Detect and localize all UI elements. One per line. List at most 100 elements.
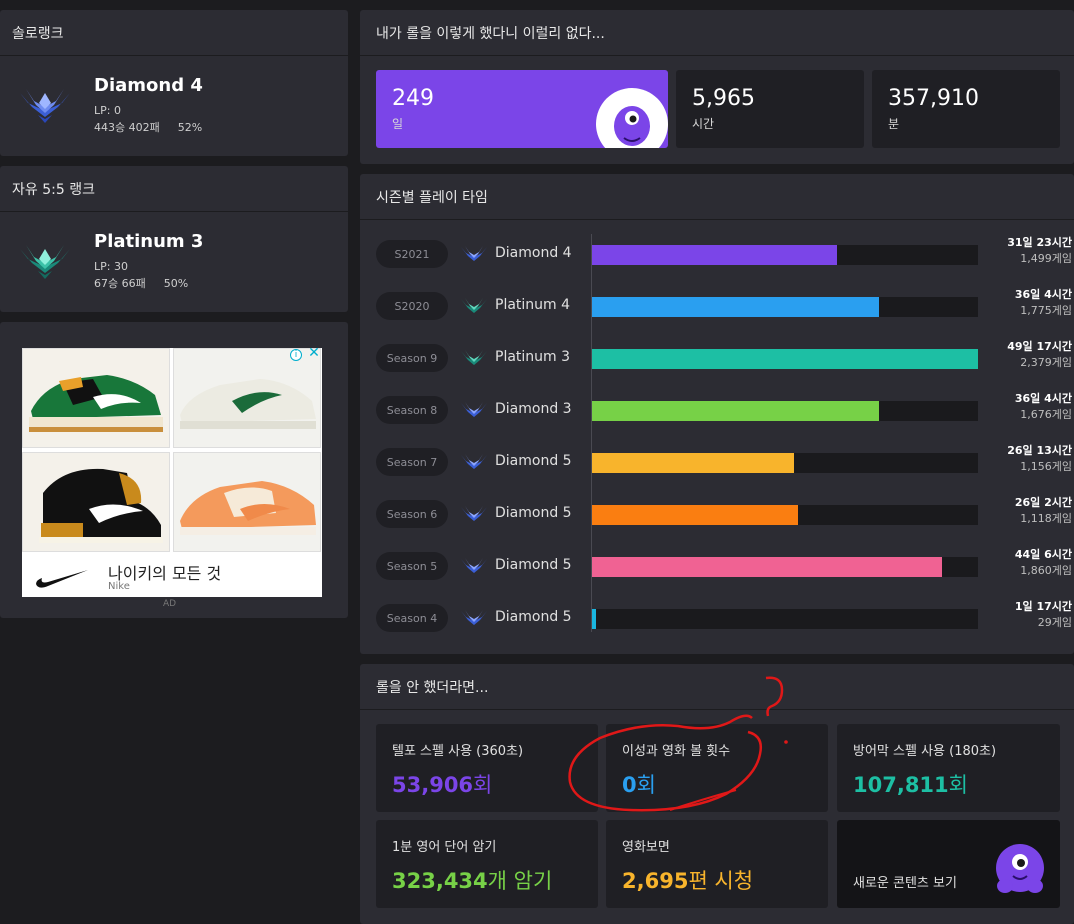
playtime-bar [592,245,837,265]
fact-label: 방어막 스펠 사용 (180초) [853,744,997,759]
games-count: 1,775게임 [1020,304,1072,317]
season-pill: Season 9 [376,344,448,372]
fact-unit: 개 암기 [487,869,553,893]
fact-card-barrier: 방어막 스펠 사용 (180초) 107,811회 [837,724,1060,812]
season-tier: Platinum 4 [495,297,571,313]
ad-product-image[interactable] [22,348,170,448]
diamond-emblem-icon [461,454,487,469]
diamond-emblem-icon [461,402,487,417]
info-icon[interactable]: i [290,349,302,361]
new-content-button[interactable]: 새로운 콘텐츠 보기 [837,820,1060,908]
games-count: 1,860게임 [1020,564,1072,577]
fact-value: 323,434개 암기 [392,865,582,895]
minutes-stat-card: 357,910 분 [872,70,1060,148]
season-row: Season 6 Diamond 5 26일 2시간 1,118게임 [376,496,1074,528]
fact-card-movies: 영화보면 2,695편 시청 [606,820,828,908]
close-icon[interactable]: ✕ [307,346,321,360]
minutes-value: 357,910 [888,86,979,111]
playtime-bar [592,401,879,421]
playtime-duration: 1일 17시간 [1014,600,1072,613]
flex-lp: LP: 30 [94,259,128,273]
playtime-bar [592,557,942,577]
platinum-emblem-icon [461,298,487,313]
ad-product-image[interactable] [173,452,321,552]
red-circle-annotation [568,676,788,812]
hours-stat-card: 5,965 시간 [676,70,864,148]
flex-tier-name: Platinum 3 [94,230,204,252]
fact-unit: 회 [948,773,968,797]
new-content-label[interactable]: 새로운 콘텐츠 보기 [853,872,957,891]
playtime-bar [592,609,596,629]
diamond-emblem-icon [461,506,487,521]
solo-tier-name: Diamond 4 [94,74,203,96]
ad-label: AD [163,599,177,609]
diamond-emblem-icon [461,610,487,625]
playtime-bar-track [592,453,978,473]
playtime-duration: 36일 4시간 [1014,392,1072,405]
playtime-duration: 26일 13시간 [1007,444,1072,457]
diamond-emblem-icon [461,558,487,573]
flex-winrate: 50% [163,276,189,290]
flex-record: 67승 66패 [94,276,146,290]
mascot-icon [996,844,1044,893]
flex-rank-panel: 자유 5:5 랭크 Platinum 3 LP: 30 67승 66패 50% [0,166,348,312]
ad-product-image[interactable] [173,348,321,448]
fact-number: 53,906 [392,773,474,797]
ad-footer[interactable]: 나이키의 모든 것 Nike [22,556,322,597]
playtime-bar [592,349,978,369]
season-tier: Diamond 3 [495,401,572,417]
season-pill: S2020 [376,292,448,320]
fact-value: 107,811회 [853,769,1044,799]
playtime-bar-track [592,609,978,629]
playtime-bar-track [592,401,978,421]
games-count: 2,379게임 [1020,356,1072,369]
season-tier: Diamond 5 [495,505,572,521]
mascot-icon [596,88,668,148]
solo-record: 443승 402패 [94,120,160,134]
season-tier: Diamond 4 [495,245,572,261]
season-pill: Season 6 [376,500,448,528]
hours-unit: 시간 [692,117,715,131]
diamond-emblem-icon [461,246,487,261]
solo-lp: LP: 0 [94,103,121,117]
minutes-unit: 분 [888,117,900,131]
fact-number: 2,695 [622,869,689,893]
season-tier: Diamond 5 [495,453,572,469]
fact-label: 1분 영어 단어 암기 [392,840,497,855]
playtime-bar-track [592,349,978,369]
playtime-duration: 44일 6시간 [1014,548,1072,561]
season-tier: Platinum 3 [495,349,571,365]
season-row: Season 5 Diamond 5 44일 6시간 1,860게임 [376,548,1074,580]
season-row: Season 7 Diamond 5 26일 13시간 1,156게임 [376,444,1074,476]
ad-product-image[interactable] [22,452,170,552]
season-row: Season 8 Diamond 3 36일 4시간 1,676게임 [376,392,1074,424]
season-pill: Season 5 [376,552,448,580]
playtime-bar [592,453,794,473]
ad-brand: Nike [108,581,130,592]
platinum-emblem-icon [461,350,487,365]
nike-swoosh-icon [36,570,88,588]
fact-label: 영화보면 [622,840,670,855]
diamond-emblem-icon [20,89,70,123]
playtime-bar [592,505,798,525]
playtime-duration: 49일 17시간 [1007,340,1072,353]
playtime-bar-track [592,505,978,525]
fact-value: 53,906회 [392,769,582,799]
solo-rank-title: 솔로랭크 [0,10,348,56]
fact-value: 2,695편 시청 [622,865,812,895]
fact-unit: 편 시청 [688,869,754,893]
fact-number: 107,811 [853,773,949,797]
playtime-bar [592,297,879,317]
games-count: 1,156게임 [1020,460,1072,473]
season-tier: Diamond 5 [495,609,572,625]
fact-card-english-words: 1분 영어 단어 암기 323,434개 암기 [376,820,598,908]
headline-title: 내가 롤을 이렇게 했다니 이럴리 없다... [360,10,1074,56]
ad-banner[interactable]: 나이키의 모든 것 Nike i ✕ [22,346,322,597]
fact-unit: 회 [473,773,493,797]
games-count: 1,499게임 [1020,252,1072,265]
playtime-bar-track [592,557,978,577]
season-pill: Season 4 [376,604,448,632]
season-pill: S2021 [376,240,448,268]
season-pill: Season 7 [376,448,448,476]
season-row: S2020 Platinum 4 36일 4시간 1,775게임 [376,288,1074,320]
